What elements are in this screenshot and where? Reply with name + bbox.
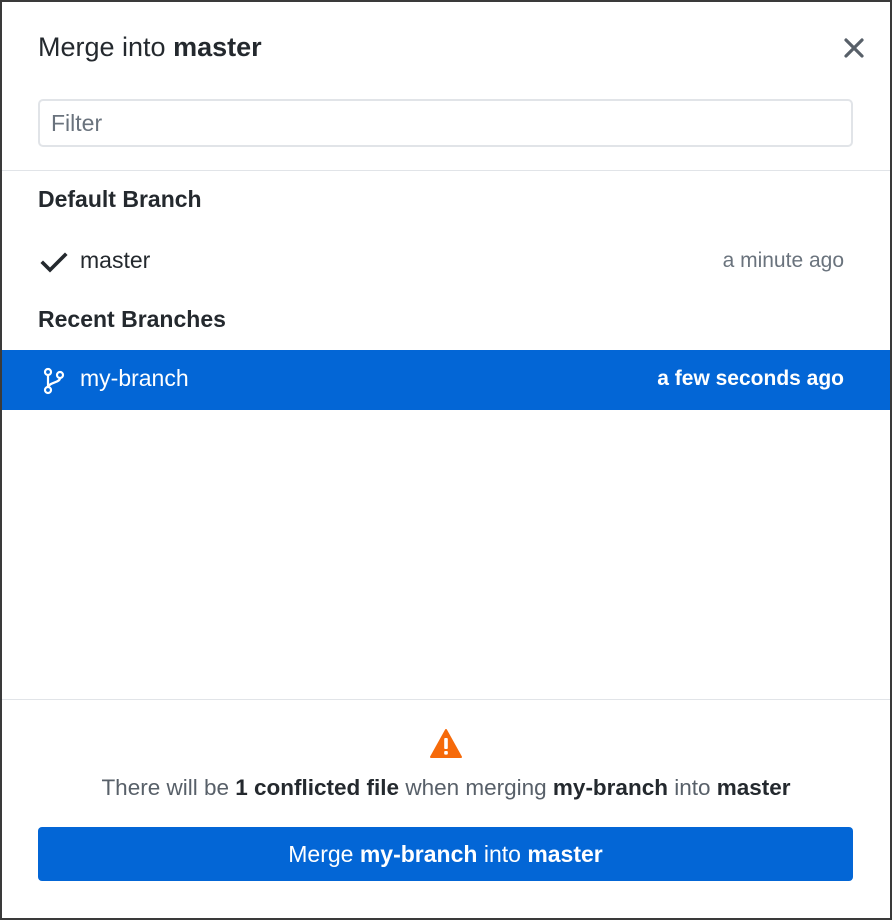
checkmark-icon	[40, 249, 68, 277]
merge-dialog: Merge into master Default Branch master …	[0, 0, 892, 920]
message-part-1: There will be	[101, 775, 229, 800]
message-source-branch: my-branch	[552, 775, 668, 800]
branch-time: a minute ago	[722, 249, 844, 272]
message-part-2: when merging	[405, 775, 547, 800]
filter-input[interactable]	[38, 99, 853, 147]
branch-name: master	[80, 247, 151, 273]
message-target-branch: master	[716, 775, 791, 800]
merge-button[interactable]: Merge my-branch into master	[38, 827, 853, 881]
merge-status-message: There will be 1 conflicted file when mer…	[2, 775, 890, 801]
close-icon[interactable]	[838, 32, 870, 64]
merge-button-target: master	[527, 840, 603, 867]
branch-row-my-branch[interactable]: my-branch a few seconds ago	[2, 350, 890, 410]
merge-button-branch: my-branch	[359, 840, 478, 867]
branch-name: my-branch	[80, 365, 189, 391]
message-part-3: into	[674, 775, 711, 800]
dialog-title-branch: master	[173, 32, 262, 62]
merge-footer: There will be 1 conflicted file when mer…	[2, 699, 890, 918]
branch-time: a few seconds ago	[657, 367, 844, 390]
dialog-title-prefix: Merge into	[38, 32, 166, 62]
git-branch-icon	[40, 367, 68, 395]
warning-icon	[429, 728, 463, 760]
branch-row-master[interactable]: master a minute ago	[2, 232, 890, 292]
section-title-default-branch: Default Branch	[38, 186, 202, 212]
section-title-recent-branches: Recent Branches	[38, 306, 226, 332]
dialog-header: Merge into master	[2, 2, 890, 171]
merge-button-prefix: Merge	[288, 840, 354, 867]
dialog-title: Merge into master	[38, 32, 262, 63]
conflict-count: 1 conflicted file	[235, 775, 400, 800]
merge-button-middle: into	[483, 840, 521, 867]
